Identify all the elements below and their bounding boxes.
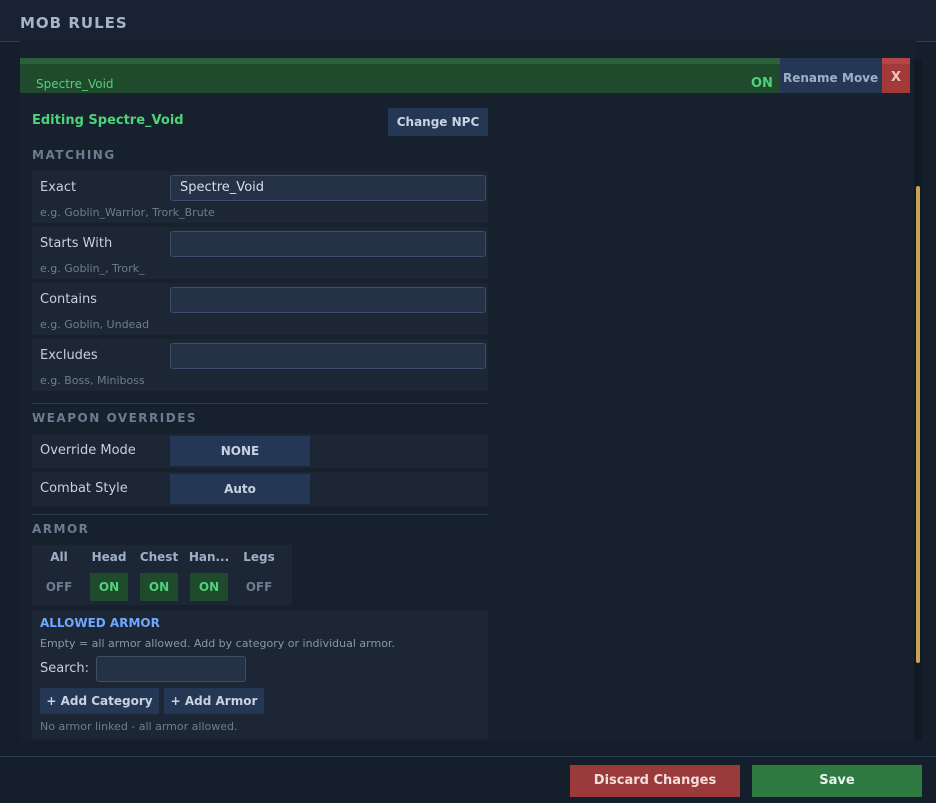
armor-slot-hands-toggle[interactable]: ON bbox=[190, 573, 228, 601]
contains-label: Contains bbox=[40, 292, 97, 307]
rule-name: Spectre_Void bbox=[36, 77, 114, 91]
combat-style-label: Combat Style bbox=[40, 481, 128, 496]
starts-with-field-card: Starts With e.g. Goblin_, Trork_ bbox=[32, 227, 488, 279]
change-npc-button[interactable]: Change NPC bbox=[388, 108, 488, 136]
exact-field-card: Exact Spectre_Void e.g. Goblin_Warrior, … bbox=[32, 171, 488, 223]
allowed-armor-panel: ALLOWED ARMOR Empty = all armor allowed.… bbox=[32, 611, 488, 739]
rule-status-toggle[interactable]: ON bbox=[751, 76, 773, 91]
discard-changes-button[interactable]: Discard Changes bbox=[570, 765, 740, 797]
matching-section-title: MATCHING bbox=[32, 148, 116, 162]
armor-slot-chest-label: Chest bbox=[139, 550, 179, 564]
armor-slot-chest-toggle[interactable]: ON bbox=[140, 573, 178, 601]
exact-input[interactable]: Spectre_Void bbox=[170, 175, 486, 201]
page-title: MOB RULES bbox=[20, 14, 128, 32]
combat-style-row: Combat Style Auto bbox=[32, 472, 488, 506]
excludes-hint: e.g. Boss, Miniboss bbox=[40, 374, 145, 387]
armor-slot-hands-label: Han... bbox=[188, 550, 230, 564]
excludes-label: Excludes bbox=[40, 348, 98, 363]
empty-armor-note: No armor linked - all armor allowed. bbox=[40, 720, 238, 733]
rule-row[interactable]: Spectre_Void ON Rename Move X bbox=[20, 58, 910, 93]
armor-section-title: ARMOR bbox=[32, 522, 90, 536]
allowed-armor-description: Empty = all armor allowed. Add by catego… bbox=[40, 637, 395, 650]
armor-slot-all-label: All bbox=[50, 550, 68, 564]
excludes-input[interactable] bbox=[170, 343, 486, 369]
add-armor-button[interactable]: + Add Armor bbox=[164, 688, 264, 714]
excludes-field-card: Excludes e.g. Boss, Miniboss bbox=[32, 339, 488, 391]
exact-hint: e.g. Goblin_Warrior, Trork_Brute bbox=[40, 206, 215, 219]
armor-slot-legs-toggle[interactable]: OFF bbox=[240, 573, 278, 601]
contains-field-card: Contains e.g. Goblin, Undead bbox=[32, 283, 488, 335]
allowed-armor-title: ALLOWED ARMOR bbox=[40, 616, 160, 630]
armor-search-input[interactable] bbox=[96, 656, 246, 682]
override-mode-button[interactable]: NONE bbox=[170, 436, 310, 466]
add-category-button[interactable]: + Add Category bbox=[40, 688, 159, 714]
starts-with-input[interactable] bbox=[170, 231, 486, 257]
armor-slot-legs-label: Legs bbox=[243, 550, 275, 564]
save-button[interactable]: Save bbox=[752, 765, 922, 797]
override-mode-row: Override Mode NONE bbox=[32, 434, 488, 468]
exact-label: Exact bbox=[40, 180, 77, 195]
divider bbox=[32, 403, 488, 404]
rule-row-background[interactable]: Spectre_Void ON bbox=[20, 58, 780, 93]
armor-slot-all-toggle[interactable]: OFF bbox=[40, 573, 78, 601]
delete-rule-button[interactable]: X bbox=[882, 58, 910, 93]
starts-with-label: Starts With bbox=[40, 236, 113, 251]
override-mode-label: Override Mode bbox=[40, 443, 136, 458]
divider bbox=[32, 514, 488, 515]
editing-label: Editing Spectre_Void bbox=[32, 113, 184, 128]
weapon-overrides-section-title: WEAPON OVERRIDES bbox=[32, 411, 198, 425]
armor-slot-head-label: Head bbox=[91, 550, 127, 564]
armor-slots-grid: All Head Chest Han... Legs OFF ON ON ON … bbox=[32, 545, 292, 605]
starts-with-hint: e.g. Goblin_, Trork_ bbox=[40, 262, 145, 275]
contains-hint: e.g. Goblin, Undead bbox=[40, 318, 150, 331]
rename-button[interactable]: Rename bbox=[783, 71, 838, 85]
move-button[interactable]: Move bbox=[842, 71, 878, 85]
armor-slot-head-toggle[interactable]: ON bbox=[90, 573, 128, 601]
combat-style-button[interactable]: Auto bbox=[170, 474, 310, 504]
title-bar: MOB RULES bbox=[0, 0, 936, 42]
search-label: Search: bbox=[40, 661, 90, 676]
scrollbar-thumb[interactable] bbox=[916, 186, 920, 663]
contains-input[interactable] bbox=[170, 287, 486, 313]
